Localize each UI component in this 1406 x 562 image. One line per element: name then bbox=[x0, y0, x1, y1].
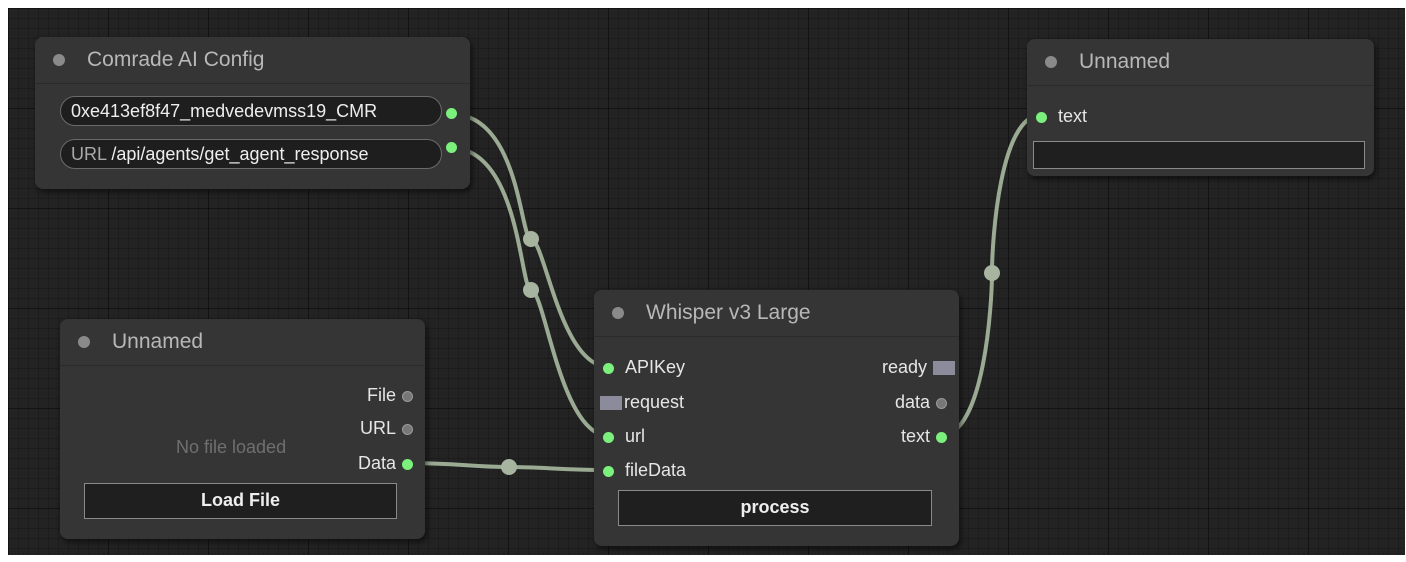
file-status-text: No file loaded bbox=[176, 437, 287, 457]
node-title: Unnamed bbox=[112, 330, 204, 353]
node-title-bar[interactable]: Unnamed bbox=[60, 319, 425, 366]
input-slot-text[interactable]: text bbox=[1036, 105, 1087, 127]
output-slot-data[interactable]: Data bbox=[358, 452, 413, 474]
collapse-dot-icon[interactable] bbox=[612, 307, 624, 319]
node-file-loader[interactable]: Unnamed File URL Data No file loaded Loa… bbox=[60, 319, 425, 539]
url-output-dot[interactable] bbox=[446, 142, 457, 153]
node-comrade-ai-config[interactable]: Comrade AI Config 0xe413ef8f47_medvedevm… bbox=[35, 37, 470, 189]
api-key-output-dot[interactable] bbox=[446, 108, 457, 119]
node-whisper-v3-large[interactable]: Whisper v3 Large APIKey request url file… bbox=[594, 290, 959, 546]
output-dot-icon[interactable] bbox=[402, 423, 413, 435]
output-dot-icon[interactable] bbox=[402, 390, 413, 402]
input-dot-icon[interactable] bbox=[603, 431, 614, 443]
collapse-dot-icon[interactable] bbox=[78, 336, 90, 348]
input-slot-apikey[interactable]: APIKey bbox=[603, 356, 685, 378]
input-dot-icon[interactable] bbox=[1036, 111, 1047, 123]
output-slot-url[interactable]: URL bbox=[360, 417, 413, 439]
input-slot-request[interactable]: request bbox=[600, 391, 684, 413]
node-title: Whisper v3 Large bbox=[646, 301, 811, 324]
output-slot-text[interactable]: text bbox=[901, 425, 947, 447]
url-field[interactable]: URL /api/agents/get_agent_response bbox=[60, 139, 442, 169]
node-title-bar[interactable]: Whisper v3 Large bbox=[594, 290, 959, 337]
node-title: Comrade AI Config bbox=[87, 48, 265, 71]
event-slot-icon[interactable] bbox=[933, 361, 955, 376]
api-key-field[interactable]: 0xe413ef8f47_medvedevmss19_CMR bbox=[60, 96, 442, 126]
node-text-output[interactable]: Unnamed text bbox=[1027, 39, 1374, 176]
input-dot-icon[interactable] bbox=[603, 362, 614, 374]
output-slot-data[interactable]: data bbox=[895, 391, 947, 413]
node-title: Unnamed bbox=[1079, 50, 1171, 73]
output-dot-icon[interactable] bbox=[936, 397, 947, 409]
output-slot-ready[interactable]: ready bbox=[882, 356, 955, 378]
node-title-bar[interactable]: Comrade AI Config bbox=[35, 37, 470, 84]
output-dot-icon[interactable] bbox=[402, 458, 413, 470]
input-dot-icon[interactable] bbox=[603, 465, 614, 477]
output-slot-file[interactable]: File bbox=[367, 384, 413, 406]
collapse-dot-icon[interactable] bbox=[53, 54, 65, 66]
input-slot-filedata[interactable]: fileData bbox=[603, 459, 686, 481]
text-output-box[interactable] bbox=[1033, 141, 1365, 169]
output-dot-icon[interactable] bbox=[936, 431, 947, 443]
node-title-bar[interactable]: Unnamed bbox=[1027, 39, 1374, 86]
load-file-button[interactable]: Load File bbox=[84, 483, 397, 519]
event-slot-icon[interactable] bbox=[600, 396, 622, 411]
input-slot-url[interactable]: url bbox=[603, 425, 645, 447]
process-button[interactable]: process bbox=[618, 490, 932, 526]
collapse-dot-icon[interactable] bbox=[1045, 56, 1057, 68]
